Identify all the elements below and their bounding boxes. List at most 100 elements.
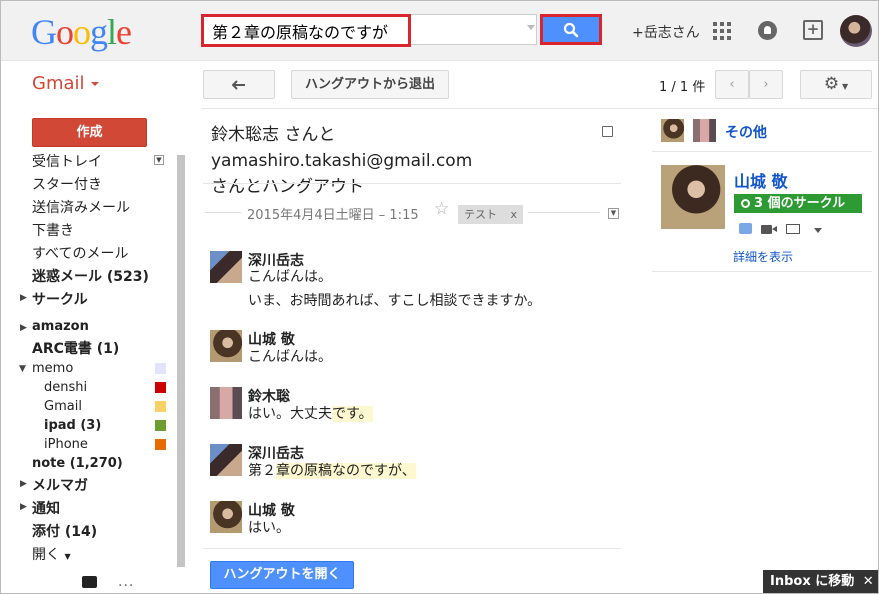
title-email: yamashiro.takashi@gmail.com — [211, 151, 473, 171]
label-remove-icon[interactable]: x — [510, 205, 517, 224]
sidebar-item-circles[interactable]: サークル — [32, 289, 88, 309]
logo-letter-o1: o — [56, 12, 74, 52]
close-icon[interactable]: ✕ — [863, 574, 874, 589]
back-arrow-icon — [231, 80, 245, 90]
share-plus-icon[interactable]: + — [803, 20, 823, 40]
title-participants: 鈴木聡志 さんと — [211, 125, 336, 145]
sidebar-item-mailmag[interactable]: メルマガ — [32, 475, 88, 495]
pager-count: 1 / 1 件 — [659, 80, 706, 95]
inbox-move-banner[interactable]: Inbox に移動 ✕ — [763, 570, 878, 594]
sidebar-item-ipad[interactable]: ipad (3) — [44, 418, 101, 433]
right-panel-divider — [652, 151, 872, 152]
gear-icon: ⚙ — [823, 74, 840, 94]
open-new-window-icon[interactable] — [602, 126, 613, 137]
sidebar-item-inbox[interactable]: 受信トレイ — [32, 153, 102, 171]
sidebar-item-drafts[interactable]: 下書き — [32, 220, 74, 240]
avatar — [210, 501, 242, 533]
message-text: いま、お時間あれば、すこし相談できますか。 — [248, 293, 542, 309]
settings-button[interactable]: ⚙ ▼ — [800, 70, 872, 99]
contact-name[interactable]: 山城 敬 — [734, 168, 788, 192]
title-divider — [203, 183, 621, 184]
leave-hangout-button[interactable]: ハングアウトから退出 — [291, 70, 449, 99]
show-details-link[interactable]: 詳細を表示 — [733, 248, 793, 265]
time-text: – 1:15 — [378, 208, 419, 223]
participant-avatar[interactable] — [693, 119, 716, 142]
sidebar-item-amazon[interactable]: amazon — [32, 319, 89, 334]
label-color-iphone — [155, 439, 166, 450]
search-button[interactable] — [540, 14, 602, 45]
sidebar-item-more[interactable]: 開く ▼ — [32, 544, 71, 564]
right-panel-divider — [652, 271, 872, 272]
google-logo[interactable]: Google — [31, 12, 132, 52]
message-options-chevron-icon[interactable]: ▼ — [608, 208, 619, 219]
sidebar-item-all-mail[interactable]: すべてのメール — [32, 243, 128, 263]
sidebar-item-iphone[interactable]: iPhone — [44, 437, 88, 452]
compose-button[interactable]: 作成 — [32, 118, 147, 147]
notifications-bell-icon[interactable] — [758, 21, 777, 40]
conversation-date: 2015年4月4日土曜日 – 1:15 — [247, 204, 419, 223]
sidebar-item-notify[interactable]: 通知 — [32, 498, 60, 518]
email-icon[interactable] — [786, 224, 800, 234]
message-text: はい。 — [248, 520, 290, 536]
video-camera-icon[interactable] — [761, 225, 772, 234]
logo-letter-g: G — [31, 12, 57, 52]
search-options-chevron-icon[interactable] — [527, 25, 535, 30]
avatar — [210, 387, 242, 419]
user-profile-link[interactable]: +岳志さん — [632, 22, 700, 42]
label-text: テスト — [464, 208, 497, 221]
next-page-button[interactable]: › — [749, 70, 783, 99]
collapse-triangle-icon[interactable]: ▼ — [19, 364, 26, 374]
other-participants-link[interactable]: その他 — [725, 122, 767, 142]
participant-avatar[interactable] — [661, 119, 684, 142]
gmail-menu[interactable]: Gmail — [32, 73, 99, 94]
sidebar-item-starred[interactable]: スター付き — [32, 174, 102, 194]
label-color-denshi — [155, 382, 166, 393]
conversation-label[interactable]: テスト x — [458, 205, 523, 224]
sidebar-scrollbar[interactable] — [177, 155, 185, 567]
avatar — [210, 444, 242, 476]
sidebar-item-memo[interactable]: memo — [32, 361, 73, 376]
date-line-right — [528, 212, 600, 213]
search-input[interactable] — [202, 15, 412, 46]
messages-divider — [203, 548, 621, 549]
chat-icon[interactable] — [739, 223, 752, 234]
chat-bubble-icon[interactable] — [82, 576, 97, 588]
logo-letter-o2: o — [73, 12, 91, 52]
sidebar-more-label: 開く — [32, 547, 60, 563]
expand-triangle-icon[interactable]: ▶ — [20, 479, 27, 489]
sidebar-item-note[interactable]: note (1,270) — [32, 456, 123, 471]
logo-letter-e: e — [116, 12, 132, 52]
open-hangout-button[interactable]: ハングアウトを開く — [210, 561, 354, 589]
expand-triangle-icon[interactable]: ▶ — [20, 502, 27, 512]
sidebar-item-attach[interactable]: 添付 (14) — [32, 521, 97, 541]
chevron-down-icon: ▼ — [64, 552, 71, 561]
avatar — [210, 251, 242, 283]
avatar — [210, 330, 242, 362]
label-color-memo — [155, 363, 166, 374]
back-button[interactable] — [203, 70, 275, 99]
message-text: こんばんは。 — [248, 349, 332, 365]
sidebar: 受信トレイ スター付き 送信済みメール 下書き すべてのメール 迷惑メール (5… — [15, 153, 175, 567]
search-icon — [563, 22, 579, 37]
sidebar-item-sent[interactable]: 送信済みメール — [32, 197, 130, 217]
expand-triangle-icon[interactable]: ▶ — [20, 293, 27, 303]
sidebar-item-denshi[interactable]: denshi — [44, 380, 87, 395]
inbox-dropdown-icon[interactable]: ▼ — [154, 155, 164, 165]
sidebar-item-arc[interactable]: ARC電書 (1) — [32, 338, 119, 358]
chevron-down-icon[interactable] — [814, 228, 822, 233]
prev-page-button[interactable]: ‹ — [715, 70, 749, 99]
search-box — [201, 14, 537, 46]
sidebar-item-spam[interactable]: 迷惑メール (523) — [32, 266, 149, 286]
message-text: こんばんは。 — [248, 269, 332, 285]
account-avatar[interactable] — [840, 15, 872, 47]
star-icon[interactable]: ☆ — [434, 199, 449, 219]
logo-letter-l: l — [107, 12, 117, 52]
contact-photo[interactable] — [661, 165, 725, 229]
logo-letter-g2: g — [90, 12, 108, 52]
circles-button[interactable]: 3 個のサークル — [734, 194, 862, 213]
sidebar-item-gmail[interactable]: Gmail — [44, 399, 82, 414]
circle-icon — [741, 199, 750, 208]
apps-grid-icon[interactable] — [713, 22, 731, 40]
more-dots-icon[interactable]: ... — [118, 574, 134, 590]
expand-triangle-icon[interactable]: ▶ — [20, 323, 27, 333]
